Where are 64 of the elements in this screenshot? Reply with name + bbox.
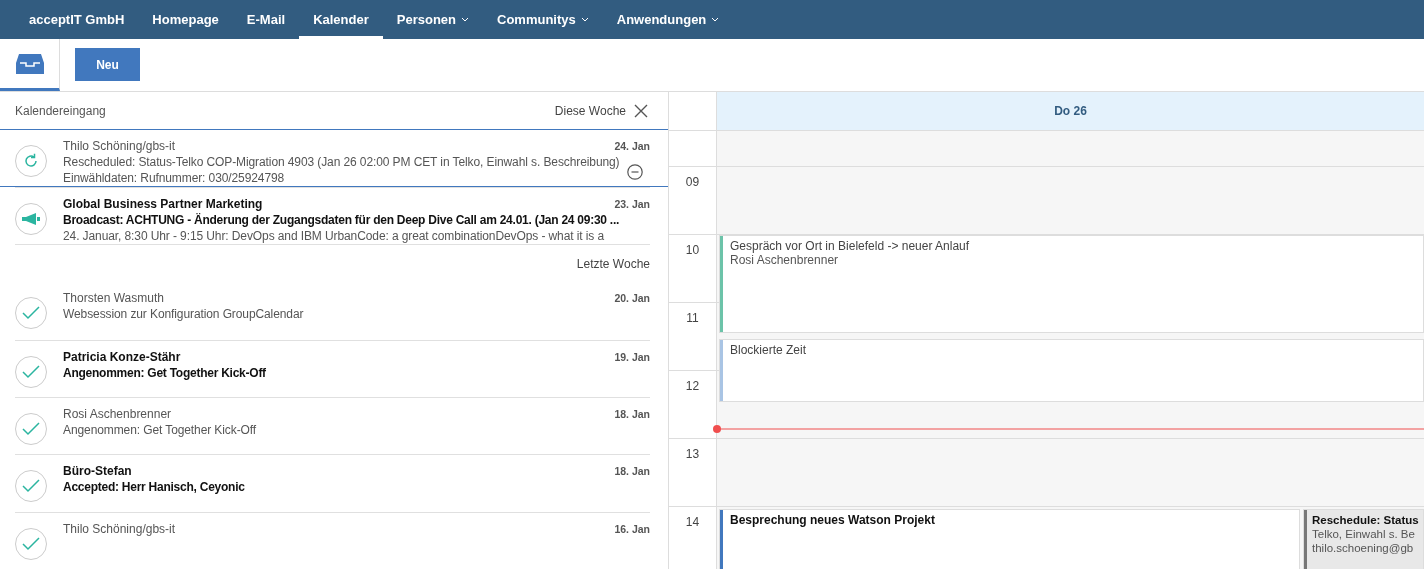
inbox-tab[interactable] [0,39,60,91]
checkmark-icon [22,536,40,551]
event-title: Gespräch vor Ort in Bielefeld -> neuer Anlauf [730,239,970,253]
inbox-tray-icon [15,52,44,75]
day-header: Do 26 [717,92,1424,130]
panel-title: Kalendereingang [15,103,107,118]
sender-name: Thilo Schöning/gbs-it [63,138,176,154]
item-subject: Websession zur Konfiguration GroupCalendar [63,306,305,323]
item-subject: Angenommen: Get Together Kick-Off [63,364,267,381]
remove-button[interactable] [627,164,643,180]
item-date: 23. Jan [614,198,650,210]
megaphone-icon [21,212,41,226]
checkmark-icon [22,479,40,494]
event-detail: Rosi Aschenbrenner [730,253,840,267]
calendar-event[interactable]: Blockierte Zeit [719,339,1424,402]
close-button[interactable] [634,103,648,118]
item-subject: Accepted: Herr Hanisch, Ceyonic [63,479,246,496]
nav-tab[interactable]: Communitys [483,0,603,39]
item-date: 18. Jan [614,465,650,478]
sender-name: Büro-Stefan [63,463,132,480]
calendar-event[interactable]: Besprechung neues Watson Projekt [719,509,1300,569]
checkmark-icon [22,364,40,379]
calendar-event[interactable]: Reschedule: Status Telko, Einwahl s. Be thilo.schoening@gb [1303,509,1424,569]
sender-name: Patricia Konze-Stähr [63,348,181,365]
nav-tab[interactable]: Homepage [138,0,233,39]
hour-label: 12 [685,379,700,395]
item-subject: Angenommen: Get Together Kick-Off [63,422,258,438]
section-label: Letzte Woche [576,256,650,271]
event-detail: Telko, Einwahl s. Be [1312,527,1416,541]
hour-label: 10 [685,243,700,259]
item-date: 20. Jan [614,292,650,305]
event-title: Reschedule: Status [1312,513,1419,527]
nav-tab[interactable]: E-Mail [232,0,300,39]
hour-label: 14 [685,515,700,531]
item-date: 18. Jan [614,408,650,420]
hour-label: 13 [685,447,700,463]
checkmark-icon [22,422,40,436]
refresh-icon [22,152,40,170]
item-date: 19. Jan [614,350,650,363]
nav-tab[interactable]: Personen [382,0,483,39]
chevron-down-icon [711,17,720,22]
item-subject: Rescheduled: Status-Telko COP-Migration 4903 (Jan 26 02:00 PM CET in Telko, Einwahl s. Beschreibung) [63,154,621,170]
item-date: 16. Jan [614,522,650,535]
sender-name: Thorsten Wasmuth [63,290,164,307]
filter-label: Diese Woche [554,103,626,118]
nav-tab[interactable]: acceptIT GmbH [15,0,139,39]
checkmark-icon [22,306,40,321]
event-title: Blockierte Zeit [730,343,807,357]
sender-name: Global Business Partner Marketing [63,196,263,212]
chevron-down-icon [580,17,589,22]
sender-name: Rosi Aschenbrenner [63,406,172,422]
calendar-event[interactable]: Gespräch vor Ort in Bielefeld -> neuer Anlauf Rosi Aschenbrenner [719,235,1424,333]
hour-label: 11 [686,311,699,327]
new-button[interactable]: Neu [75,48,140,81]
sender-name: Thilo Schöning/gbs-it [63,520,176,537]
item-preview: Einwähldaten: Rufnummer: 030/25924798 [63,170,285,186]
item-date: 24. Jan [614,140,650,152]
hour-label: 09 [685,175,700,191]
nav-tab[interactable]: Anwendungen [602,0,734,39]
item-preview: 24. Januar, 8:30 Uhr - 9:15 Uhr: DevOps and IBM UrbanCode: a great combinationDevOps - what it is a [63,228,605,244]
item-subject: Broadcast: ACHTUNG - Änderung der Zugangsdaten für den Deep Dive Call am 24.01. (Jan 24 09:30 ... [63,212,621,228]
chevron-down-icon [461,17,469,22]
event-title: Besprechung neues Watson Projekt [730,513,935,527]
event-detail: thilo.schoening@gb [1312,541,1415,555]
